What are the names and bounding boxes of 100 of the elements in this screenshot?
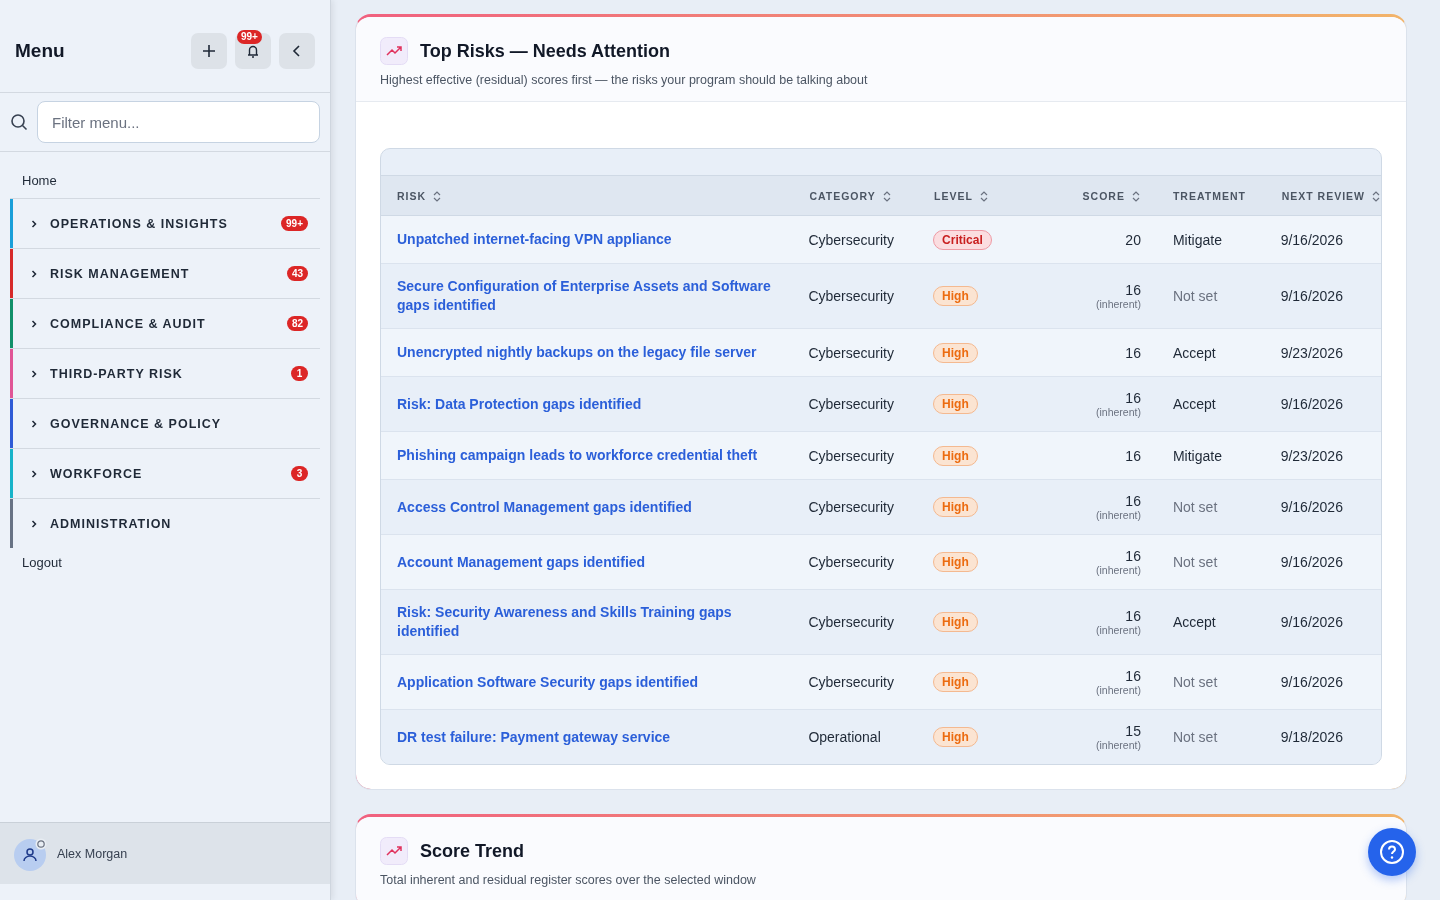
risk-link[interactable]: Risk: Data Protection gaps identified <box>397 394 666 414</box>
trend-icon <box>380 837 408 865</box>
level-badge: High <box>933 286 978 306</box>
table-cell: Cybersecurity <box>808 328 934 377</box>
level-badge: High <box>933 612 978 632</box>
table-cell: Accept <box>1140 589 1281 655</box>
score-value: 16 <box>1125 493 1141 509</box>
score-note: (inherent) <box>1096 406 1141 418</box>
level-badge: Critical <box>933 229 992 250</box>
column-header[interactable]: LEVEL <box>933 175 1043 216</box>
menu-title: Menu <box>15 40 65 62</box>
chevron-icon <box>29 218 39 229</box>
card-subtitle: Total inherent and residual register scores over the selected window <box>380 873 757 887</box>
sort-icon <box>433 190 442 202</box>
score-value: 16 <box>1125 548 1141 564</box>
table-cell: Accept <box>1140 328 1281 377</box>
table-cell: Cybersecurity <box>808 376 934 432</box>
score-value: 16 <box>1125 668 1141 684</box>
score-value: 16 <box>1125 390 1141 406</box>
plus-icon <box>201 43 217 59</box>
nav-group[interactable]: COMPLIANCE & AUDIT 82 <box>10 298 320 348</box>
score-value: 16 <box>1125 447 1141 464</box>
column-header[interactable]: CATEGORY <box>808 175 934 216</box>
level-badge: High <box>933 445 978 466</box>
score-value: 15 <box>1125 723 1141 739</box>
risk-link[interactable]: Unpatched internet-facing VPN appliance <box>397 230 696 249</box>
sort-icon <box>1131 190 1140 202</box>
nav-group[interactable]: WORKFORCE 3 <box>10 448 320 498</box>
table-cell: Not set <box>1140 709 1281 764</box>
risk-link[interactable]: Risk: Security Awareness and Skills Training gaps identified <box>397 603 809 641</box>
table-cell: Not set <box>1140 479 1281 535</box>
risk-link[interactable]: Application Software Security gaps identified <box>397 672 723 692</box>
level-badge: High <box>933 552 978 572</box>
count-badge: 1 <box>291 366 308 381</box>
score-note: (inherent) <box>1096 509 1141 521</box>
table-cell: Cybersecurity <box>808 654 934 710</box>
score-note: (inherent) <box>1096 564 1141 576</box>
card-subtitle: Highest effective (residual) scores first — the risks your program should be talking about <box>380 73 869 87</box>
table-cell: 9/23/2026 <box>1280 431 1381 480</box>
column-header[interactable]: NEXT REVIEW <box>1280 175 1381 216</box>
score-value: 16 <box>1125 344 1141 361</box>
risk-link[interactable]: DR test failure: Payment gateway service <box>397 727 695 747</box>
question-icon <box>1379 839 1405 865</box>
level-badge: High <box>933 394 978 414</box>
count-badge: 82 <box>286 316 308 331</box>
table-cell: Mitigate <box>1140 215 1281 264</box>
risk-link[interactable]: Access Control Management gaps identified <box>397 497 716 517</box>
table-cell: Not set <box>1140 534 1281 590</box>
level-badge: High <box>933 497 978 517</box>
nav-group[interactable]: RISK MANAGEMENT 43 <box>10 248 320 298</box>
table-cell: Mitigate <box>1140 431 1281 480</box>
filter-field[interactable]: Filter menu... <box>37 101 320 143</box>
chevron-icon <box>29 418 39 429</box>
level-badge: High <box>933 727 978 747</box>
risk-link[interactable]: Phishing campaign leads to workforce credential theft <box>397 446 782 465</box>
table-cell: Cybersecurity <box>808 263 934 329</box>
nav-group[interactable]: GOVERNANCE & POLICY <box>10 398 320 448</box>
score-note: (inherent) <box>1096 739 1141 751</box>
collapse-button[interactable] <box>279 33 315 69</box>
trend-icon <box>380 37 408 65</box>
column-header: TREATMENT <box>1140 175 1281 216</box>
card-title: Score Trend <box>420 840 525 862</box>
logout-link[interactable]: Logout <box>10 548 320 580</box>
table-cell: 9/16/2026 <box>1280 654 1381 710</box>
table-cell: 9/16/2026 <box>1280 215 1381 264</box>
table-cell: Accept <box>1140 376 1281 432</box>
score-value: 20 <box>1125 231 1141 248</box>
home-link[interactable]: Home <box>10 166 320 198</box>
table-cell: Cybersecurity <box>808 215 934 264</box>
table-cell: 9/16/2026 <box>1280 263 1381 329</box>
sort-icon <box>1372 190 1380 202</box>
score-note: (inherent) <box>1096 624 1141 636</box>
notification-count: 99+ <box>237 30 262 44</box>
risk-link[interactable]: Unencrypted nightly backups on the legacy file server <box>397 343 781 362</box>
nav-group[interactable]: THIRD-PARTY RISK 1 <box>10 348 320 398</box>
risk-link[interactable]: Account Management gaps identified <box>397 552 670 572</box>
column-header[interactable]: RISK <box>381 175 809 216</box>
avatar-icon[interactable] <box>14 836 48 871</box>
bell-icon <box>245 43 261 59</box>
chevron-icon <box>29 368 39 379</box>
count-badge: 99+ <box>281 216 308 231</box>
level-badge: High <box>933 672 978 692</box>
table-cell: Not set <box>1140 654 1281 710</box>
nav-group[interactable]: ADMINISTRATION <box>10 498 320 548</box>
nav-group[interactable]: OPERATIONS & INSIGHTS 99+ <box>10 198 320 248</box>
table-cell: Cybersecurity <box>808 431 934 480</box>
table-cell: 9/16/2026 <box>1280 479 1381 535</box>
card-title: Top Risks — Needs Attention <box>420 40 671 62</box>
chevron-icon <box>29 318 39 329</box>
table-cell: Not set <box>1140 263 1281 329</box>
table-cell: 9/18/2026 <box>1280 709 1381 764</box>
column-header[interactable]: SCORE <box>1042 175 1141 216</box>
user-name[interactable]: Alex Morgan <box>57 846 128 861</box>
score-note: (inherent) <box>1096 298 1141 310</box>
add-button[interactable] <box>191 33 227 69</box>
table-cell: Cybersecurity <box>808 534 934 590</box>
table-cell: Cybersecurity <box>808 589 934 655</box>
risk-link[interactable]: Secure Configuration of Enterprise Assets and Software gaps identified <box>397 277 809 315</box>
notifications-button[interactable]: 99+ <box>235 33 271 69</box>
search-icon <box>10 113 28 131</box>
